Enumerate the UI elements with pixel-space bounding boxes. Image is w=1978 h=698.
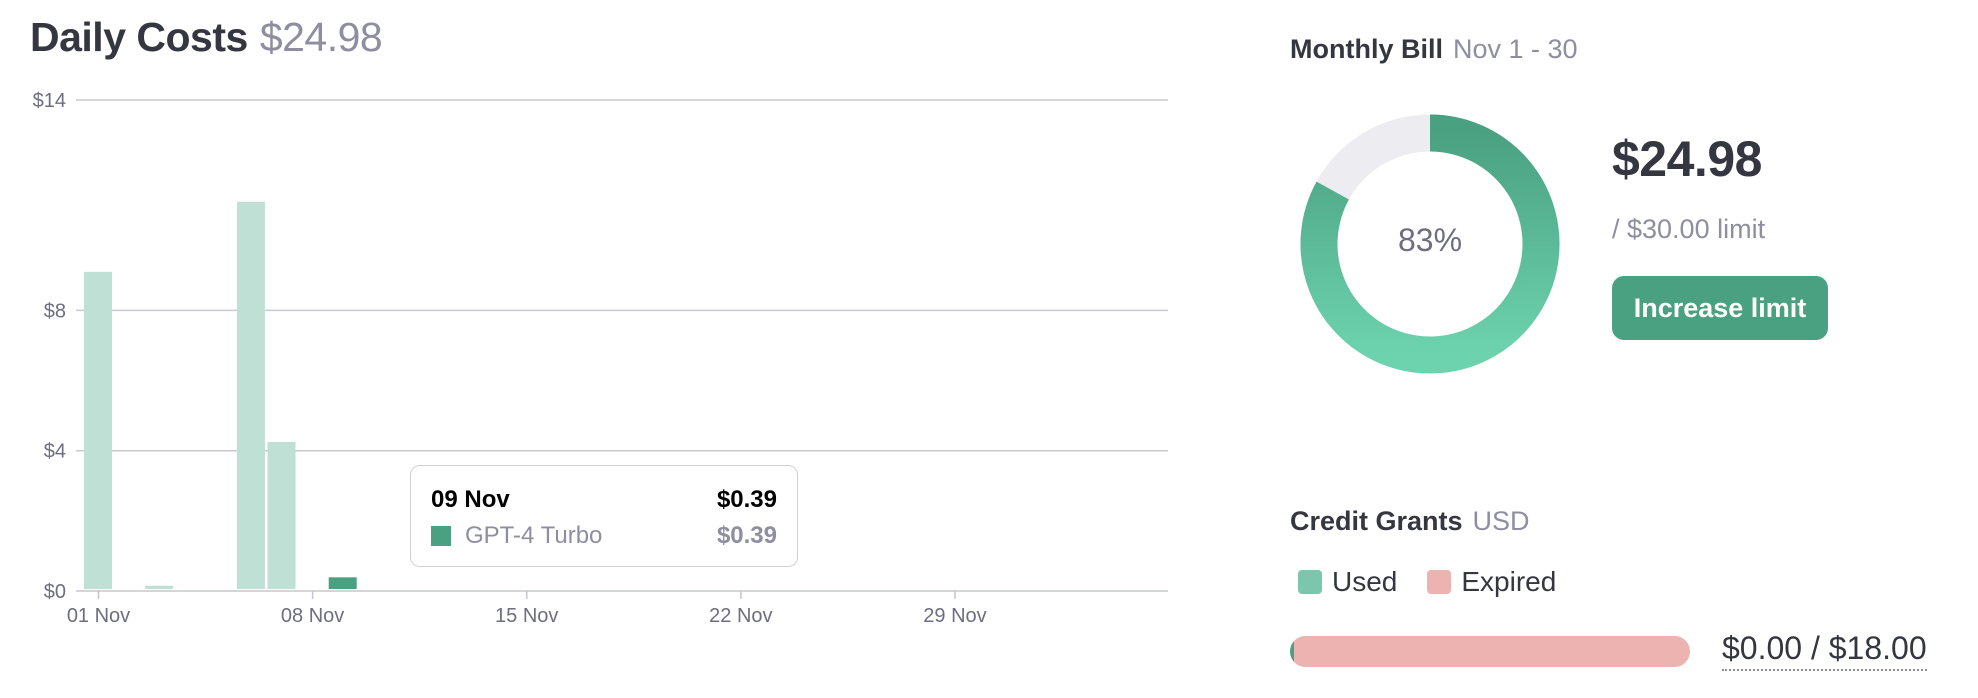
tooltip-total: $0.39 xyxy=(716,486,777,513)
bar xyxy=(236,201,265,589)
credit-grants-title: Credit Grants xyxy=(1290,506,1463,536)
credit-used-fill xyxy=(1290,636,1294,667)
credit-legend: Used Expired xyxy=(1298,566,1556,598)
increase-limit-button[interactable]: Increase limit xyxy=(1612,276,1828,340)
credit-grants-header: Credit Grants USD xyxy=(1290,506,1530,537)
legend-label-expired: Expired xyxy=(1461,566,1557,597)
tooltip-model: GPT-4 Turbo xyxy=(431,522,602,550)
credit-usage-bar xyxy=(1290,636,1690,667)
credit-grants-currency: USD xyxy=(1472,506,1530,536)
monthly-bill-title: Monthly Bill xyxy=(1290,34,1443,64)
legend-swatch-used xyxy=(1298,570,1322,594)
tooltip-series-swatch xyxy=(431,526,451,546)
bar xyxy=(145,585,174,589)
bar xyxy=(84,271,112,589)
x-tick-label: 08 Nov xyxy=(281,605,344,627)
y-tick-label: $8 xyxy=(44,300,66,322)
x-tick-label: 22 Nov xyxy=(709,605,772,627)
x-tick-label: 01 Nov xyxy=(67,605,130,627)
donut-percent-label: 83% xyxy=(1397,222,1463,258)
chart-tooltip: 09 Nov $0.39 GPT-4 Turbo $0.39 xyxy=(410,465,798,567)
x-tick-label: 29 Nov xyxy=(923,605,986,627)
y-tick-label: $4 xyxy=(44,441,66,463)
tooltip-date: 09 Nov xyxy=(431,486,510,513)
monthly-bill-range: Nov 1 - 30 xyxy=(1452,34,1578,64)
legend-label-used: Used xyxy=(1332,566,1398,597)
bar xyxy=(267,441,296,589)
legend-swatch-expired xyxy=(1427,570,1452,594)
legend-item-expired: Expired xyxy=(1427,566,1556,598)
credit-value-label[interactable]: $0.00 / $18.00 xyxy=(1722,630,1927,671)
x-tick-label: 15 Nov xyxy=(495,605,558,627)
monthly-bill-limit: / $30.00 limit xyxy=(1612,214,1766,244)
tooltip-model-name: GPT-4 Turbo xyxy=(465,522,603,549)
bar-active xyxy=(328,577,357,589)
y-tick-label: $14 xyxy=(33,90,66,112)
monthly-bill-header: Monthly Bill Nov 1 - 30 xyxy=(1290,34,1578,65)
daily-costs-chart: $0 $4 $8 $14 01 Nov 08 Nov 15 Nov 22 Nov 29 Nov xyxy=(33,90,1168,627)
monthly-bill-amount: $24.98 xyxy=(1612,131,1762,187)
usage-dashboard: Daily Costs $24.98 $0 $4 $8 $14 01 Nov 08 Nov… xyxy=(0,0,1978,698)
legend-item-used: Used xyxy=(1298,566,1397,598)
y-tick-label: $0 xyxy=(44,581,66,603)
tooltip-model-amount: $0.39 xyxy=(716,522,777,549)
